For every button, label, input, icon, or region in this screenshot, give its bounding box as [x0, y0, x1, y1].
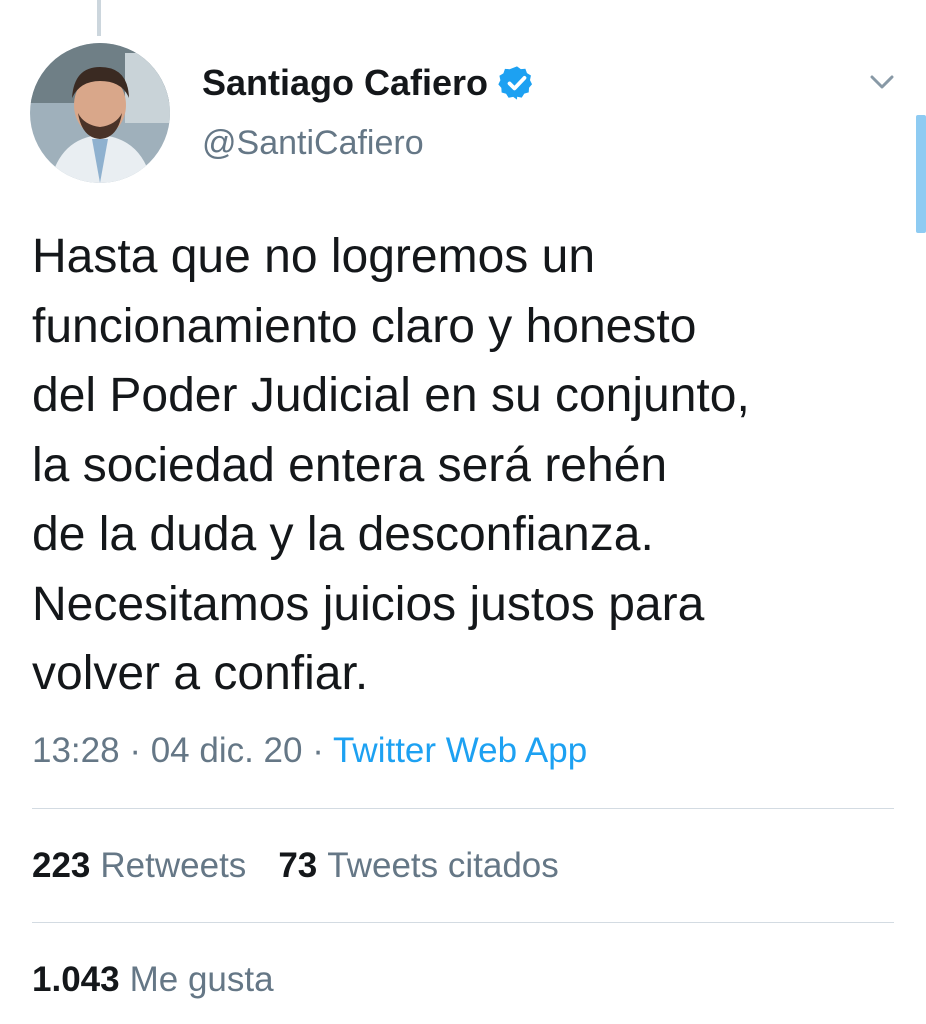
- scrollbar-thumb[interactable]: [916, 115, 926, 233]
- author-display-name[interactable]: Santiago Cafiero: [202, 62, 488, 104]
- tweet-text-line: Necesitamos juicios justos para: [32, 577, 705, 631]
- likes-stat-row: 1.043 Me gusta: [32, 960, 306, 1000]
- tweet-text-line: la sociedad entera será rehén: [32, 438, 668, 492]
- author-row[interactable]: Santiago Cafiero: [202, 58, 536, 108]
- engagement-stats: 223 Retweets 73 Tweets citados: [32, 846, 591, 886]
- author-handle[interactable]: @SantiCafiero: [202, 124, 424, 163]
- retweets-label: Retweets: [100, 846, 247, 885]
- divider: [32, 922, 894, 923]
- quote-tweets-stat[interactable]: 73 Tweets citados: [278, 846, 558, 886]
- tweet-text-line: del Poder Judicial en su conjunto,: [32, 369, 750, 422]
- tweet-text: Hasta que no logremos un funcionamiento …: [32, 222, 912, 709]
- likes-stat[interactable]: 1.043 Me gusta: [32, 960, 274, 1000]
- tweet-metadata: 13:28 · 04 dic. 20 · Twitter Web App: [32, 731, 587, 771]
- divider: [32, 808, 894, 809]
- tweet-date: 04 dic. 20: [150, 731, 303, 770]
- tweet-text-line: de la duda y la desconfianza.: [32, 508, 654, 561]
- thread-connector-line: [97, 0, 101, 36]
- chevron-down-icon[interactable]: [864, 64, 900, 100]
- retweets-stat[interactable]: 223 Retweets: [32, 846, 246, 886]
- tweet-text-line: volver a confiar.: [32, 647, 369, 700]
- meta-separator: ·: [119, 731, 151, 770]
- tweet-source-link[interactable]: Twitter Web App: [333, 731, 587, 770]
- tweet-time: 13:28: [32, 731, 120, 770]
- likes-label: Me gusta: [129, 960, 274, 999]
- tweet-text-line: Hasta que no logremos un: [32, 230, 596, 283]
- retweets-count: 223: [32, 846, 91, 885]
- quote-tweets-count: 73: [278, 846, 318, 885]
- tweet-text-line: funcionamiento claro y honesto: [32, 299, 697, 353]
- avatar-image: [30, 43, 170, 183]
- avatar[interactable]: [30, 43, 170, 183]
- quote-tweets-label: Tweets citados: [327, 846, 559, 885]
- verified-badge-icon: [498, 64, 536, 102]
- likes-count: 1.043: [32, 960, 120, 999]
- meta-separator: ·: [302, 731, 333, 770]
